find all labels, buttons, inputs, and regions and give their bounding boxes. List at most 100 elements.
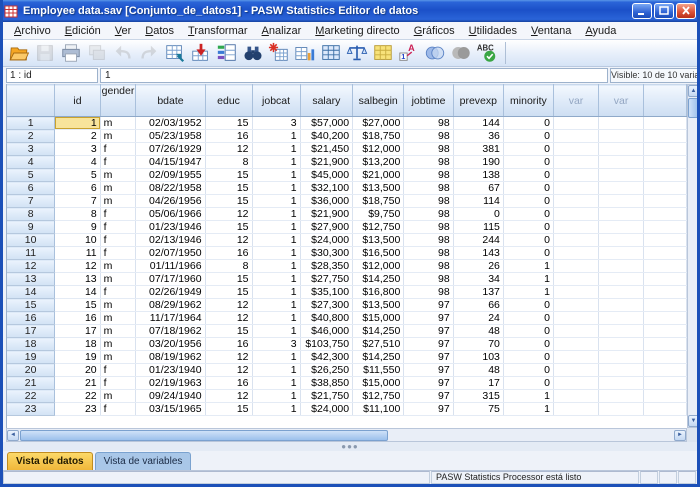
table-cell[interactable] [553, 351, 598, 364]
show-all-variables-icon[interactable] [449, 41, 473, 65]
table-cell[interactable]: m [100, 273, 136, 286]
table-cell[interactable]: 15 [205, 403, 252, 416]
table-cell[interactable]: 98 [404, 221, 453, 234]
table-cell[interactable] [553, 260, 598, 273]
table-cell[interactable]: 98 [404, 143, 453, 156]
table-cell[interactable] [599, 338, 644, 351]
table-cell[interactable]: 26 [453, 260, 503, 273]
table-cell[interactable]: 09/24/1940 [136, 390, 205, 403]
table-cell[interactable]: 98 [404, 169, 453, 182]
table-cell[interactable]: m [100, 312, 136, 325]
column-header-salbegin[interactable]: salbegin [353, 85, 404, 117]
table-cell[interactable]: 15 [205, 182, 252, 195]
row-header[interactable]: 20 [7, 364, 55, 377]
table-cell[interactable]: 0 [503, 156, 553, 169]
table-cell[interactable]: $21,750 [300, 390, 353, 403]
table-cell[interactable]: $13,500 [353, 234, 404, 247]
table-cell[interactable]: 1 [252, 377, 300, 390]
table-cell[interactable] [553, 312, 598, 325]
table-cell[interactable]: 98 [404, 247, 453, 260]
table-cell[interactable]: $21,450 [300, 143, 353, 156]
table-cell[interactable]: m [100, 299, 136, 312]
row-header[interactable]: 1 [7, 117, 55, 130]
table-cell[interactable]: $13,500 [353, 182, 404, 195]
table-cell[interactable]: 1 [252, 169, 300, 182]
row-header[interactable]: 15 [7, 299, 55, 312]
vertical-scrollbar[interactable]: ▲ ▼ [687, 84, 700, 428]
table-cell[interactable]: 143 [453, 247, 503, 260]
table-cell[interactable]: $57,000 [300, 117, 353, 130]
menu-marketing-directo[interactable]: Marketing directo [308, 24, 406, 38]
table-cell[interactable] [599, 312, 644, 325]
row-header[interactable]: 4 [7, 156, 55, 169]
table-cell[interactable]: 3 [252, 338, 300, 351]
table-cell[interactable]: 11/17/1964 [136, 312, 205, 325]
table-cell[interactable]: 0 [503, 325, 553, 338]
row-header[interactable]: 6 [7, 182, 55, 195]
table-cell[interactable]: 15 [205, 286, 252, 299]
table-cell[interactable]: 12 [205, 390, 252, 403]
table-cell[interactable]: 1 [503, 286, 553, 299]
table-cell[interactable] [599, 286, 644, 299]
close-button[interactable] [676, 3, 696, 19]
table-cell[interactable]: 15 [205, 195, 252, 208]
table-cell[interactable]: 1 [252, 325, 300, 338]
table-cell[interactable]: f [100, 364, 136, 377]
table-cell[interactable] [599, 364, 644, 377]
table-cell[interactable]: 15 [205, 325, 252, 338]
table-cell[interactable]: 97 [404, 325, 453, 338]
table-cell[interactable]: m [100, 260, 136, 273]
goto-variable-icon[interactable] [189, 41, 213, 65]
table-cell[interactable] [599, 247, 644, 260]
table-cell[interactable] [599, 182, 644, 195]
row-header[interactable]: 17 [7, 325, 55, 338]
table-cell[interactable]: 0 [503, 195, 553, 208]
column-header-bdate[interactable]: bdate [136, 85, 205, 117]
table-cell[interactable]: 12 [205, 143, 252, 156]
table-cell[interactable]: m [100, 338, 136, 351]
table-cell[interactable] [599, 390, 644, 403]
table-cell[interactable]: 97 [404, 312, 453, 325]
row-header[interactable]: 21 [7, 377, 55, 390]
table-cell[interactable]: $27,000 [353, 117, 404, 130]
table-cell[interactable]: $24,000 [300, 234, 353, 247]
goto-case-icon[interactable] [163, 41, 187, 65]
table-cell[interactable]: $11,100 [353, 403, 404, 416]
table-cell[interactable]: $35,100 [300, 286, 353, 299]
table-cell[interactable]: 15 [205, 117, 252, 130]
table-cell[interactable]: 48 [453, 364, 503, 377]
table-cell[interactable] [599, 234, 644, 247]
variables-icon[interactable] [215, 41, 239, 65]
insert-variable-icon[interactable] [293, 41, 317, 65]
table-cell[interactable]: 0 [503, 130, 553, 143]
table-cell[interactable]: 1 [252, 403, 300, 416]
table-cell[interactable]: 0 [503, 234, 553, 247]
table-cell[interactable]: m [100, 169, 136, 182]
table-cell[interactable]: $18,750 [353, 195, 404, 208]
table-cell[interactable]: 02/07/1950 [136, 247, 205, 260]
table-cell[interactable] [599, 117, 644, 130]
table-cell[interactable]: f [100, 208, 136, 221]
insert-cases-icon[interactable] [267, 41, 291, 65]
table-cell[interactable]: $42,300 [300, 351, 353, 364]
table-cell[interactable] [599, 273, 644, 286]
table-cell[interactable]: 98 [404, 260, 453, 273]
table-cell[interactable]: m [100, 195, 136, 208]
table-cell[interactable]: 75 [453, 403, 503, 416]
table-cell[interactable]: f [100, 156, 136, 169]
table-cell[interactable]: 12 [205, 351, 252, 364]
column-header-jobcat[interactable]: jobcat [252, 85, 300, 117]
spell-check-icon[interactable]: ABC [475, 41, 499, 65]
table-cell[interactable] [553, 130, 598, 143]
table-cell[interactable]: 21 [55, 377, 100, 390]
table-cell[interactable]: 1 [252, 299, 300, 312]
table-cell[interactable]: $40,200 [300, 130, 353, 143]
menu-graficos[interactable]: Gráficos [407, 24, 462, 38]
table-cell[interactable]: 03/15/1965 [136, 403, 205, 416]
table-cell[interactable]: 16 [55, 312, 100, 325]
table-cell[interactable]: 0 [503, 182, 553, 195]
table-cell[interactable]: $26,250 [300, 364, 353, 377]
table-cell[interactable] [553, 325, 598, 338]
table-cell[interactable] [553, 208, 598, 221]
table-cell[interactable]: 1 [503, 260, 553, 273]
